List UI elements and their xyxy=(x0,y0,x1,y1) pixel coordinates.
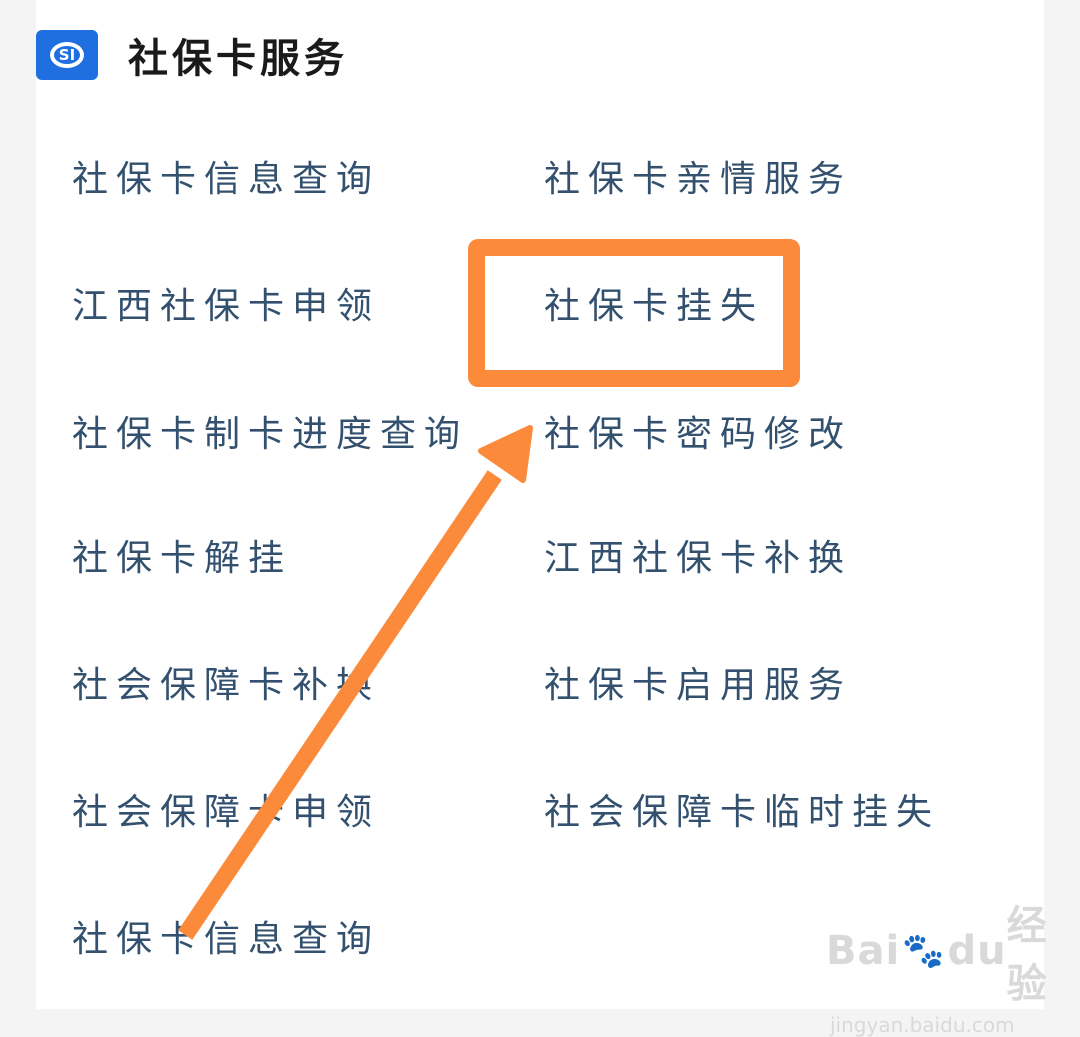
watermark-url: jingyan.baidu.com xyxy=(830,1013,1015,1037)
watermark-brand-mid: du xyxy=(947,928,1007,974)
service-item-jiangxi-card-apply[interactable]: 江西社保卡申领 xyxy=(72,285,380,329)
section-header: SI 社保卡服务 xyxy=(36,29,348,82)
logo-mark: SI xyxy=(50,42,84,68)
service-item-jiangxi-card-replace[interactable]: 江西社保卡补换 xyxy=(544,537,852,581)
service-item-card-password-change[interactable]: 社保卡密码修改 xyxy=(544,413,852,457)
paw-icon: 🐾 xyxy=(902,931,946,971)
service-item-card-info-query-2[interactable]: 社保卡信息查询 xyxy=(72,918,380,962)
service-item-card-progress-query[interactable]: 社保卡制卡进度查询 xyxy=(72,413,468,457)
section-title: 社保卡服务 xyxy=(128,35,348,82)
watermark-brand-right: 经验 xyxy=(1006,903,1048,1007)
service-item-card-family-service[interactable]: 社保卡亲情服务 xyxy=(544,158,852,202)
service-item-social-card-temp-loss[interactable]: 社会保障卡临时挂失 xyxy=(544,791,940,835)
service-item-card-unfreeze[interactable]: 社保卡解挂 xyxy=(72,537,292,581)
service-item-card-activate-service[interactable]: 社保卡启用服务 xyxy=(544,664,852,708)
service-item-social-card-replace[interactable]: 社会保障卡补换 xyxy=(72,664,380,708)
service-item-social-card-apply[interactable]: 社会保障卡申领 xyxy=(72,791,380,835)
service-card xyxy=(36,0,1044,1009)
social-security-logo-icon: SI xyxy=(36,30,98,80)
service-item-card-info-query[interactable]: 社保卡信息查询 xyxy=(72,158,380,202)
highlight-box xyxy=(468,239,800,387)
baidu-jingyan-watermark: Bai 🐾 du 经验 jingyan.baidu.com xyxy=(826,893,1047,1037)
watermark-brand-left: Bai xyxy=(826,928,901,974)
